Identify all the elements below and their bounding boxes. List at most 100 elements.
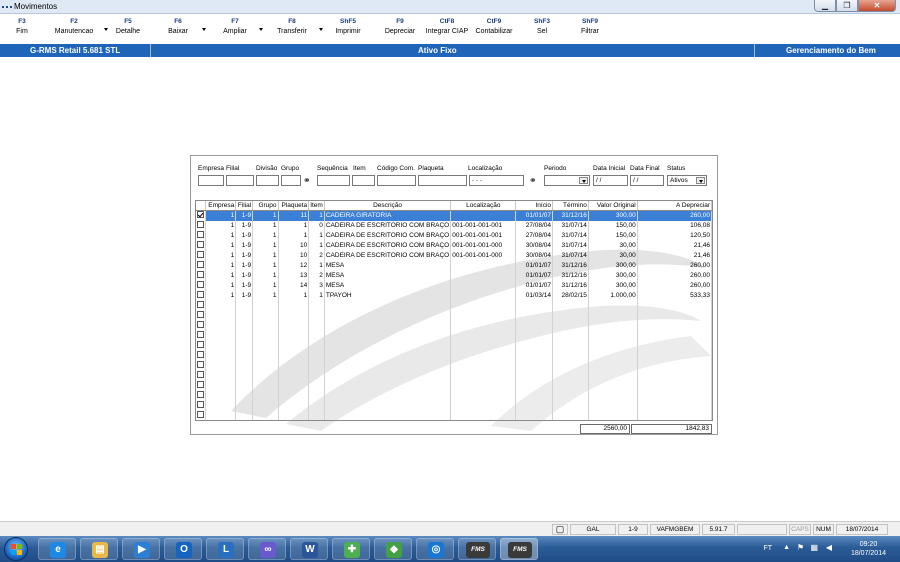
empty-row[interactable] (196, 410, 712, 420)
row-checkbox[interactable] (197, 221, 205, 229)
toolbar-button-manutencao[interactable]: F2 Manutencao (45, 18, 103, 40)
row-checkbox[interactable] (197, 391, 205, 399)
table-row[interactable]: 1 1-9 1 1 1 CADEIRA DE ESCRITORIO COM BRAÇO 00… (196, 230, 712, 241)
column-header[interactable]: Início (515, 201, 554, 211)
table-row[interactable]: 1 1-9 1 10 2 CADEIRA DE ESCRITORIO COM BRAÇO 0… (196, 250, 712, 261)
chevron-down-icon[interactable] (579, 177, 588, 184)
flag-icon[interactable]: ⚑ (797, 543, 804, 552)
taskbar-explorer-button[interactable]: ▤ (80, 538, 118, 560)
binoculars-search-icon[interactable]: ⚭ (529, 175, 537, 185)
toolbar-button-integrar-ciap[interactable]: CtF8 Integrar CIAP (424, 18, 470, 40)
column-header[interactable] (196, 201, 207, 211)
taskbar-lync-button[interactable]: L (206, 538, 244, 560)
taskbar-fms-button[interactable]: FMS (500, 538, 538, 560)
network-icon[interactable]: ▦ (810, 543, 818, 552)
toolbar-button-ampliar[interactable]: F7 Ampliar (212, 18, 258, 40)
column-header[interactable]: Filial (235, 201, 254, 211)
empty-row[interactable] (196, 390, 712, 401)
minimize-button[interactable]: ▁ (814, 0, 836, 12)
dropdown-caret-icon[interactable] (259, 28, 263, 31)
row-checkbox[interactable] (197, 281, 205, 289)
column-header[interactable]: Item (308, 201, 325, 211)
taskbar-globe-button[interactable]: ◎ (416, 538, 454, 560)
table-row[interactable]: 1 1-9 1 1 1 TPAYOH 01/03/14 28/02/15 1.000,00 533… (196, 290, 712, 301)
row-checkbox-cell[interactable] (196, 350, 207, 361)
row-checkbox-cell[interactable] (196, 390, 207, 401)
grupo-input[interactable] (281, 175, 301, 186)
empty-row[interactable] (196, 370, 712, 381)
clock[interactable]: 09:20 18/07/2014 (851, 540, 886, 558)
row-checkbox-cell[interactable] (196, 400, 207, 411)
column-header[interactable]: Grupo (252, 201, 279, 211)
row-checkbox-cell[interactable] (196, 250, 207, 261)
row-checkbox-cell[interactable] (196, 320, 207, 331)
row-checkbox-cell[interactable] (196, 230, 207, 241)
row-checkbox-cell[interactable] (196, 240, 207, 251)
close-button[interactable]: ✕ (858, 0, 896, 12)
column-header[interactable]: Plaqueta (278, 201, 310, 211)
empty-row[interactable] (196, 320, 712, 331)
binoculars-search-icon[interactable]: ⚭ (303, 175, 311, 185)
row-checkbox[interactable] (197, 321, 205, 329)
toolbar-button-filtrar[interactable]: ShF9 Filtrar (568, 18, 612, 40)
row-checkbox-cell[interactable] (196, 360, 207, 371)
item-input[interactable] (352, 175, 375, 186)
toolbar-button-detalhe[interactable]: F5 Detalhe (108, 18, 148, 40)
row-checkbox-cell[interactable] (196, 330, 207, 341)
row-checkbox[interactable] (197, 411, 205, 419)
row-checkbox[interactable] (197, 371, 205, 379)
toolbar-button-transferir[interactable]: F8 Transferir (266, 18, 318, 40)
row-checkbox[interactable] (197, 311, 205, 319)
row-checkbox[interactable] (197, 251, 205, 259)
periodo-select[interactable] (544, 175, 590, 186)
row-checkbox[interactable] (197, 381, 205, 389)
row-checkbox-cell[interactable] (196, 210, 207, 221)
table-row[interactable]: 1 1-9 1 11 1 CADEIRA GIRATORIA 01/01/07 31/12/1… (196, 210, 712, 221)
dropdown-caret-icon[interactable] (202, 28, 206, 31)
row-checkbox-cell[interactable] (196, 300, 207, 311)
row-checkbox[interactable] (197, 351, 205, 359)
row-checkbox-cell[interactable] (196, 370, 207, 381)
row-checkbox[interactable] (197, 301, 205, 309)
column-header[interactable]: Empresa (205, 201, 237, 211)
row-checkbox-cell[interactable] (196, 340, 207, 351)
localizacao-input[interactable]: - - - (469, 175, 524, 186)
empty-row[interactable] (196, 330, 712, 341)
sequencia-input[interactable] (317, 175, 350, 186)
column-header[interactable]: Localização (450, 201, 517, 211)
row-checkbox[interactable] (197, 341, 205, 349)
empresa-input[interactable] (198, 175, 224, 186)
data-final-input[interactable]: / / (630, 175, 664, 186)
taskbar-media-button[interactable]: ▶ (122, 538, 160, 560)
row-checkbox-cell[interactable] (196, 380, 207, 391)
table-row[interactable]: 1 1-9 1 12 1 MESA 01/01/07 31/12/16 300,00 260,00 (196, 260, 712, 271)
row-checkbox-cell[interactable] (196, 220, 207, 231)
table-row[interactable]: 1 1-9 1 10 1 CADEIRA DE ESCRITORIO COM BRAÇO 0… (196, 240, 712, 251)
taskbar-app-button[interactable]: ∞ (248, 538, 286, 560)
restore-button[interactable]: ❐ (836, 0, 858, 12)
taskbar-green-plus-button[interactable]: ✚ (332, 538, 370, 560)
column-header[interactable]: Descrição (324, 201, 452, 211)
row-checkbox-cell[interactable] (196, 290, 207, 301)
row-checkbox-cell[interactable] (196, 270, 207, 281)
row-checkbox-cell[interactable] (196, 310, 207, 321)
show-hidden-icons-icon[interactable]: ▲ (783, 544, 790, 551)
data-inicial-input[interactable]: / / (593, 175, 628, 186)
row-checkbox[interactable] (197, 291, 205, 299)
empty-row[interactable] (196, 400, 712, 411)
empty-row[interactable] (196, 340, 712, 351)
taskbar-ie-button[interactable]: e (38, 538, 76, 560)
row-checkbox[interactable] (197, 361, 205, 369)
table-row[interactable]: 1 1-9 1 14 3 MESA 01/01/07 31/12/16 300,00 260,00 (196, 280, 712, 291)
toolbar-button-sel[interactable]: ShF3 Sel (522, 18, 562, 40)
start-button[interactable] (4, 537, 28, 561)
volume-icon[interactable]: ◀ (826, 543, 832, 552)
taskbar-word-button[interactable]: W (290, 538, 328, 560)
divisao-input[interactable] (256, 175, 279, 186)
toolbar-button-depreciar[interactable]: F9 Depreciar (380, 18, 420, 40)
row-checkbox-cell[interactable] (196, 280, 207, 291)
row-checkbox-cell[interactable] (196, 410, 207, 420)
column-header[interactable]: A Depreciar (637, 201, 712, 211)
column-header[interactable]: Valor Original (588, 201, 638, 211)
filial-input[interactable] (226, 175, 254, 186)
